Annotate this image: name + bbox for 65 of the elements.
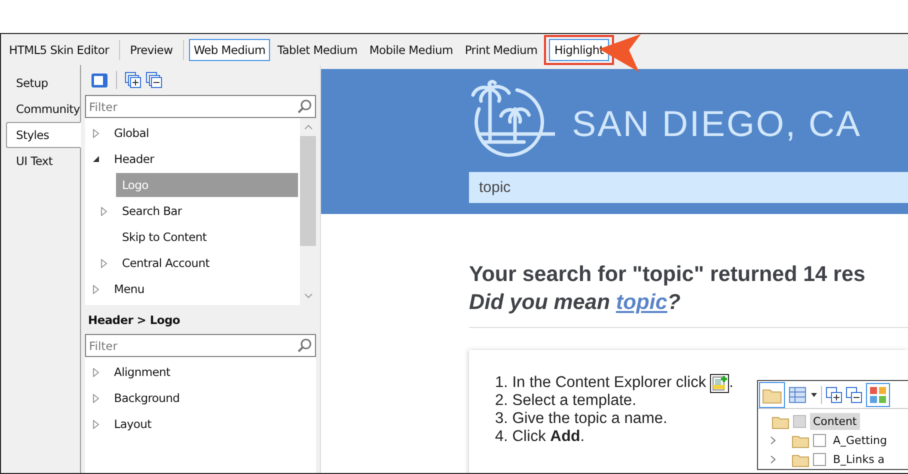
search-field[interactable]: topic bbox=[469, 172, 908, 203]
collapsed-arrow-icon[interactable] bbox=[93, 420, 100, 428]
step-text: 3. Give the topic a name. bbox=[495, 410, 668, 428]
table-icon bbox=[789, 386, 807, 402]
tree-item[interactable]: Search Bar bbox=[122, 199, 188, 223]
explorer-item: B_Links a bbox=[832, 452, 886, 468]
filter-field[interactable]: Filter bbox=[85, 334, 316, 357]
expanded-arrow-icon[interactable] bbox=[93, 154, 100, 164]
tree-item[interactable]: Menu bbox=[114, 277, 150, 301]
expand-all-icon bbox=[826, 386, 842, 402]
toolbar-tab[interactable]: HTML5 Skin Editor bbox=[4, 38, 114, 60]
toolbar-tab[interactable]: Mobile Medium bbox=[364, 38, 458, 60]
folder-icon bbox=[792, 452, 809, 466]
suggestion-link[interactable]: topic bbox=[616, 290, 668, 314]
results-heading: Your search for "topic" returned 14 res bbox=[469, 262, 866, 287]
collapsed-arrow-icon[interactable] bbox=[101, 206, 108, 216]
scroll-up-icon[interactable] bbox=[304, 124, 312, 130]
toolbar-tab[interactable]: Web Medium bbox=[188, 38, 270, 60]
grid-icon bbox=[866, 382, 890, 406]
search-icon bbox=[297, 99, 312, 114]
step-text: 1. In the Content Explorer click bbox=[495, 374, 706, 392]
scrollbar[interactable] bbox=[300, 118, 316, 305]
collapse-all-icon bbox=[846, 386, 862, 402]
toolbar-tab[interactable]: Preview bbox=[125, 38, 178, 60]
filter-field[interactable]: Filter bbox=[85, 95, 316, 118]
side-tab[interactable]: Community bbox=[6, 96, 81, 122]
scroll-down-icon[interactable] bbox=[304, 293, 312, 299]
chevron-icon bbox=[770, 436, 776, 445]
property-group[interactable]: Alignment bbox=[114, 360, 176, 384]
folder-icon bbox=[759, 382, 785, 408]
property-group[interactable]: Background bbox=[114, 386, 186, 410]
collapse-all-icon[interactable] bbox=[146, 72, 162, 88]
side-tab[interactable]: Styles bbox=[6, 122, 81, 148]
step-text: 4. Click Add. bbox=[495, 428, 585, 446]
suggestion-text: Did you mean topic? bbox=[469, 290, 682, 315]
property-group[interactable]: Layout bbox=[114, 412, 158, 436]
caret-icon bbox=[811, 392, 817, 396]
step-text: . bbox=[729, 374, 734, 392]
tree-item[interactable]: Global bbox=[114, 121, 155, 145]
collapsed-arrow-icon[interactable] bbox=[93, 368, 100, 376]
add-topic-icon bbox=[710, 374, 730, 392]
breadcrumb: Header > Logo bbox=[87, 312, 181, 329]
scroll-thumb[interactable] bbox=[300, 136, 316, 246]
toolbar-tab[interactable]: Highlight bbox=[549, 38, 609, 60]
tree-item[interactable]: Header bbox=[114, 147, 160, 171]
search-icon bbox=[297, 338, 312, 353]
toolbar-tab[interactable]: Tablet Medium bbox=[272, 38, 362, 60]
site-title: SAN DIEGO, CA bbox=[572, 102, 862, 144]
side-tab[interactable]: Setup bbox=[6, 70, 81, 96]
explorer-item: A_Getting bbox=[832, 433, 888, 449]
folder-icon bbox=[792, 434, 809, 448]
collapsed-arrow-icon[interactable] bbox=[93, 284, 100, 294]
explorer-item: Content bbox=[810, 413, 860, 430]
collapsed-arrow-icon[interactable] bbox=[93, 394, 100, 402]
chevron-icon bbox=[770, 455, 776, 464]
tree-item[interactable]: Central Account bbox=[122, 251, 216, 275]
side-tab[interactable]: UI Text bbox=[6, 148, 81, 174]
collapsed-arrow-icon[interactable] bbox=[101, 258, 108, 268]
folder-icon bbox=[772, 414, 789, 428]
tree-item[interactable]: Skip to Content bbox=[122, 225, 213, 249]
panel-toggle-icon[interactable] bbox=[91, 72, 108, 88]
collapsed-arrow-icon[interactable] bbox=[93, 128, 100, 138]
step-text: 2. Select a template. bbox=[495, 392, 636, 410]
toolbar-tab[interactable]: Print Medium bbox=[460, 38, 542, 60]
expand-all-icon[interactable] bbox=[125, 72, 141, 88]
